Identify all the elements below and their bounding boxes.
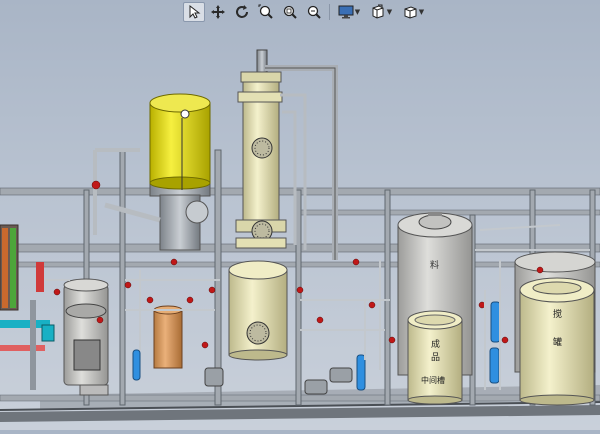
zoom-in-out-button[interactable] xyxy=(303,2,325,22)
monitor-icon xyxy=(338,5,354,19)
zoom-fit-icon xyxy=(258,4,273,19)
yellow-tank xyxy=(149,93,211,251)
right-tank-label-top: 搅 xyxy=(553,308,562,320)
distillation-column xyxy=(228,49,288,361)
plant-model: 成 品 中间槽 搅 罐 料 xyxy=(0,49,600,422)
view-orientation-button[interactable]: ▼ xyxy=(398,2,428,22)
chevron-down-icon: ▼ xyxy=(354,8,361,16)
cursor-icon xyxy=(189,4,201,19)
3d-viewport[interactable]: 成 品 中间槽 搅 罐 料 xyxy=(0,0,600,430)
zoom-fit-button[interactable] xyxy=(255,2,277,22)
left-exchanger xyxy=(63,278,109,396)
rotate-icon xyxy=(236,5,248,18)
cube-view-icon xyxy=(404,6,417,19)
move-icon xyxy=(211,5,225,19)
mid-tank-label-mid: 品 xyxy=(431,352,440,363)
gray-tank-label: 料 xyxy=(430,259,439,271)
right-tank-label-bottom: 罐 xyxy=(553,336,562,348)
rotate-button[interactable] xyxy=(231,2,253,22)
view-toolbar: ▼ ▼ ▼ xyxy=(183,1,428,23)
pan-button[interactable] xyxy=(207,2,229,22)
zoom-area-button[interactable] xyxy=(279,2,301,22)
zoom-in-out-icon xyxy=(307,5,321,19)
mid-tank-label-line: 中间槽 xyxy=(421,375,445,385)
section-view-button[interactable]: ▼ xyxy=(366,2,396,22)
chevron-down-icon: ▼ xyxy=(418,8,425,16)
display-style-button[interactable]: ▼ xyxy=(334,2,364,22)
toolbar-separator xyxy=(329,4,330,20)
select-button[interactable] xyxy=(183,2,205,22)
mid-tank-label-top: 成 xyxy=(431,338,440,350)
zoom-area-icon xyxy=(283,5,297,19)
chevron-down-icon: ▼ xyxy=(386,8,393,16)
orange-vessel xyxy=(153,305,183,369)
section-view-icon xyxy=(372,4,384,19)
